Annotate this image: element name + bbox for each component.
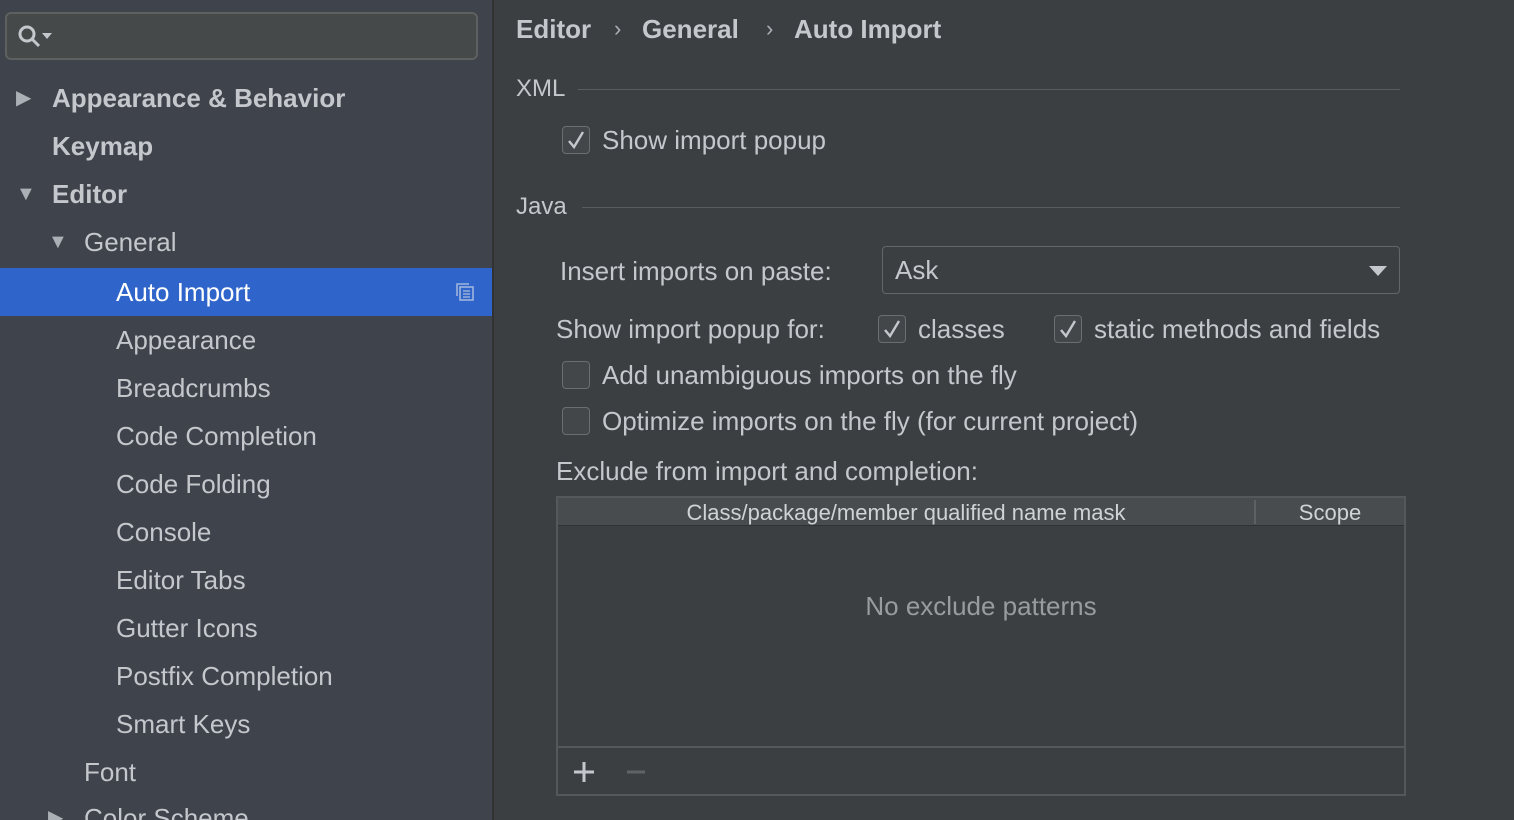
exclude-label: Exclude from import and completion: <box>556 456 978 486</box>
checkmark-icon <box>568 131 585 150</box>
insert-imports-select[interactable]: Ask <box>882 246 1400 294</box>
copy-settings-icon[interactable] <box>455 282 475 302</box>
collapse-arrow-icon[interactable]: ▼ <box>48 218 72 266</box>
chevron-down-icon <box>1369 266 1387 276</box>
sidebar-item-label: Editor Tabs <box>116 565 246 595</box>
sidebar-item-font[interactable]: Font <box>0 748 492 796</box>
section-divider <box>578 89 1400 90</box>
table-header: Class/package/member qualified name mask… <box>558 498 1404 526</box>
sidebar-item-label: Console <box>116 517 212 547</box>
sidebar-item-label: General <box>84 227 177 257</box>
checkbox-box[interactable] <box>1054 315 1082 343</box>
sidebar-item-label: Code Completion <box>116 421 317 451</box>
checkbox-box[interactable] <box>562 126 590 154</box>
checkbox-box[interactable] <box>562 407 590 435</box>
checkbox-label: static methods and fields <box>1094 314 1381 344</box>
sidebar-item-label: Appearance & Behavior <box>52 83 346 113</box>
show-popup-for-label: Show import popup for: <box>556 314 825 344</box>
sidebar-item-label: Gutter Icons <box>116 613 258 643</box>
insert-imports-value: Ask <box>895 255 939 285</box>
sidebar-item-postfix-completion[interactable]: Postfix Completion <box>0 652 492 700</box>
sidebar-item-appearance[interactable]: Appearance <box>0 316 492 364</box>
checkbox-label: classes <box>918 314 1005 344</box>
sidebar-item-code-completion[interactable]: Code Completion <box>0 412 492 460</box>
breadcrumb-separator-icon: › <box>766 16 774 41</box>
breadcrumb-separator-icon: › <box>614 16 622 41</box>
sidebar-item-console[interactable]: Console <box>0 508 492 556</box>
sidebar-item-label: Code Folding <box>116 469 271 499</box>
sidebar-item-label: Postfix Completion <box>116 661 333 691</box>
settings-panel: Editor › General › Auto Import XML Show … <box>496 0 1514 820</box>
checkmark-icon <box>884 320 901 339</box>
table-toolbar <box>558 746 1404 794</box>
expand-arrow-icon[interactable]: ▶ <box>16 74 40 122</box>
collapse-arrow-icon[interactable]: ▼ <box>16 170 40 218</box>
column-header-mask[interactable]: Class/package/member qualified name mask <box>558 498 1254 526</box>
checkbox-label: Optimize imports on the fly (for current… <box>602 406 1139 436</box>
sidebar-item-general[interactable]: ▼ General <box>0 218 492 266</box>
breadcrumb-item-auto-import: Auto Import <box>794 14 942 44</box>
sidebar-item-auto-import[interactable]: Auto Import <box>0 268 492 316</box>
checkbox-box[interactable] <box>562 361 590 389</box>
sidebar-item-gutter-icons[interactable]: Gutter Icons <box>0 604 492 652</box>
insert-imports-label: Insert imports on paste: <box>560 256 832 286</box>
settings-sidebar: ▶ Appearance & Behavior Keymap ▼ Editor … <box>0 0 494 820</box>
remove-icon[interactable] <box>620 756 652 788</box>
sidebar-item-keymap[interactable]: Keymap <box>0 122 492 170</box>
sidebar-item-smart-keys[interactable]: Smart Keys <box>0 700 492 748</box>
sidebar-item-editor[interactable]: ▼ Editor <box>0 170 492 218</box>
sidebar-item-label: Appearance <box>116 325 257 355</box>
sidebar-item-label: Color Scheme <box>84 803 249 820</box>
breadcrumb-item-editor[interactable]: Editor <box>516 10 591 48</box>
search-input[interactable] <box>5 12 478 60</box>
add-icon[interactable] <box>568 756 600 788</box>
sidebar-item-label: Auto Import <box>116 277 251 307</box>
section-title-java: Java <box>516 193 567 220</box>
exclude-patterns-table[interactable]: Class/package/member qualified name mask… <box>556 496 1406 796</box>
sidebar-item-code-folding[interactable]: Code Folding <box>0 460 492 508</box>
checkbox-label: Add unambiguous imports on the fly <box>602 360 1017 390</box>
sidebar-item-label: Editor <box>52 179 128 209</box>
sidebar-item-color-scheme[interactable]: ▶ Color Scheme <box>0 794 492 820</box>
sidebar-item-label: Font <box>84 757 137 787</box>
sidebar-item-appearance-behavior[interactable]: ▶ Appearance & Behavior <box>0 74 492 122</box>
search-icon <box>18 25 52 48</box>
expand-arrow-icon[interactable]: ▶ <box>48 794 72 820</box>
checkbox-label: Show import popup <box>602 125 827 155</box>
sidebar-item-label: Keymap <box>52 131 154 161</box>
checkmark-icon <box>1060 320 1077 339</box>
checkbox-box[interactable] <box>878 315 906 343</box>
breadcrumb-item-general[interactable]: General <box>642 10 739 48</box>
section-divider <box>582 207 1400 208</box>
sidebar-item-breadcrumbs[interactable]: Breadcrumbs <box>0 364 492 412</box>
sidebar-item-label: Smart Keys <box>116 709 251 739</box>
sidebar-item-editor-tabs[interactable]: Editor Tabs <box>0 556 492 604</box>
sidebar-item-label: Breadcrumbs <box>116 373 271 403</box>
empty-table-message: No exclude patterns <box>865 591 1097 621</box>
section-title-xml: XML <box>516 75 566 102</box>
column-header-scope[interactable]: Scope <box>1256 498 1404 526</box>
